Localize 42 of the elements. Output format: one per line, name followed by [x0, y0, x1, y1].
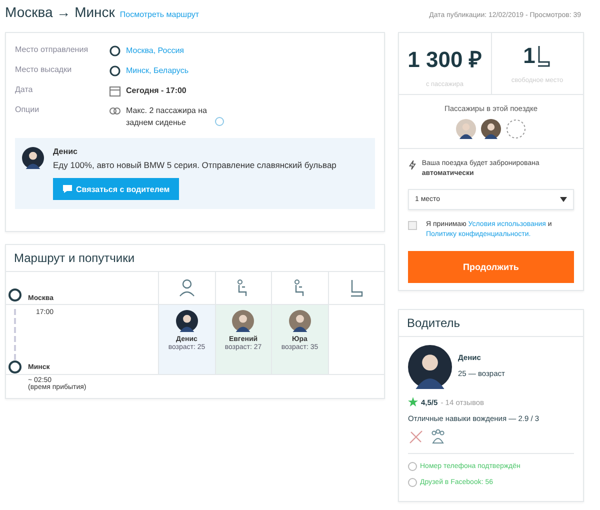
caret-icon [560, 196, 567, 202]
driver-message: Еду 100%, авто новый BMW 5 серия. Отправление славянский бульвар [53, 160, 336, 170]
avatar-icon [288, 310, 311, 332]
star-icon [408, 397, 418, 407]
avatar-icon [22, 147, 44, 170]
chat-icon [62, 184, 73, 194]
field-label: Место отправления [15, 45, 90, 56]
lightning-icon [408, 159, 417, 171]
price: 1 300 ₽ [408, 46, 482, 73]
place-link[interactable]: Москва, Россия [126, 45, 184, 57]
seat-icon [535, 45, 552, 67]
check-circle-icon [408, 462, 417, 471]
field-label: Опции [15, 105, 40, 116]
check-circle-icon [408, 478, 417, 487]
avatar-icon [408, 345, 452, 389]
field-label: Дата [15, 85, 34, 96]
free-seats: 1 [523, 43, 536, 69]
section-title: Водитель [399, 310, 583, 337]
avatar-icon [481, 119, 501, 139]
circle-icon [109, 45, 121, 57]
avatar-icon [456, 119, 476, 139]
field-label: Место высадки [15, 65, 73, 76]
stop-icon [8, 288, 22, 302]
place-link[interactable]: Минск, Беларусь [126, 65, 188, 77]
driver-name: Денис [53, 147, 78, 156]
help-icon [215, 117, 224, 126]
empty-seat-icon [506, 119, 526, 139]
contact-button[interactable]: Связаться с водителем [53, 178, 179, 200]
route-title: Москва → Минск [5, 4, 115, 20]
steering-person-icon [178, 279, 196, 297]
field-value: Сегодня - 17:00 [126, 85, 186, 97]
paw-icon [430, 429, 446, 445]
avatar-icon [232, 310, 254, 332]
circle-icon [109, 65, 121, 77]
avatar-icon [176, 310, 198, 332]
continue-button[interactable]: Продолжить [408, 250, 574, 283]
section-title: Маршрут и попутчики [6, 245, 384, 272]
calendar-icon [109, 85, 121, 97]
checkbox[interactable] [408, 220, 417, 230]
route-link[interactable]: Посмотреть маршрут [120, 10, 200, 19]
field-value: Макс. 2 пассажира на заднем сиденье [126, 105, 208, 128]
stop-icon [8, 360, 22, 374]
